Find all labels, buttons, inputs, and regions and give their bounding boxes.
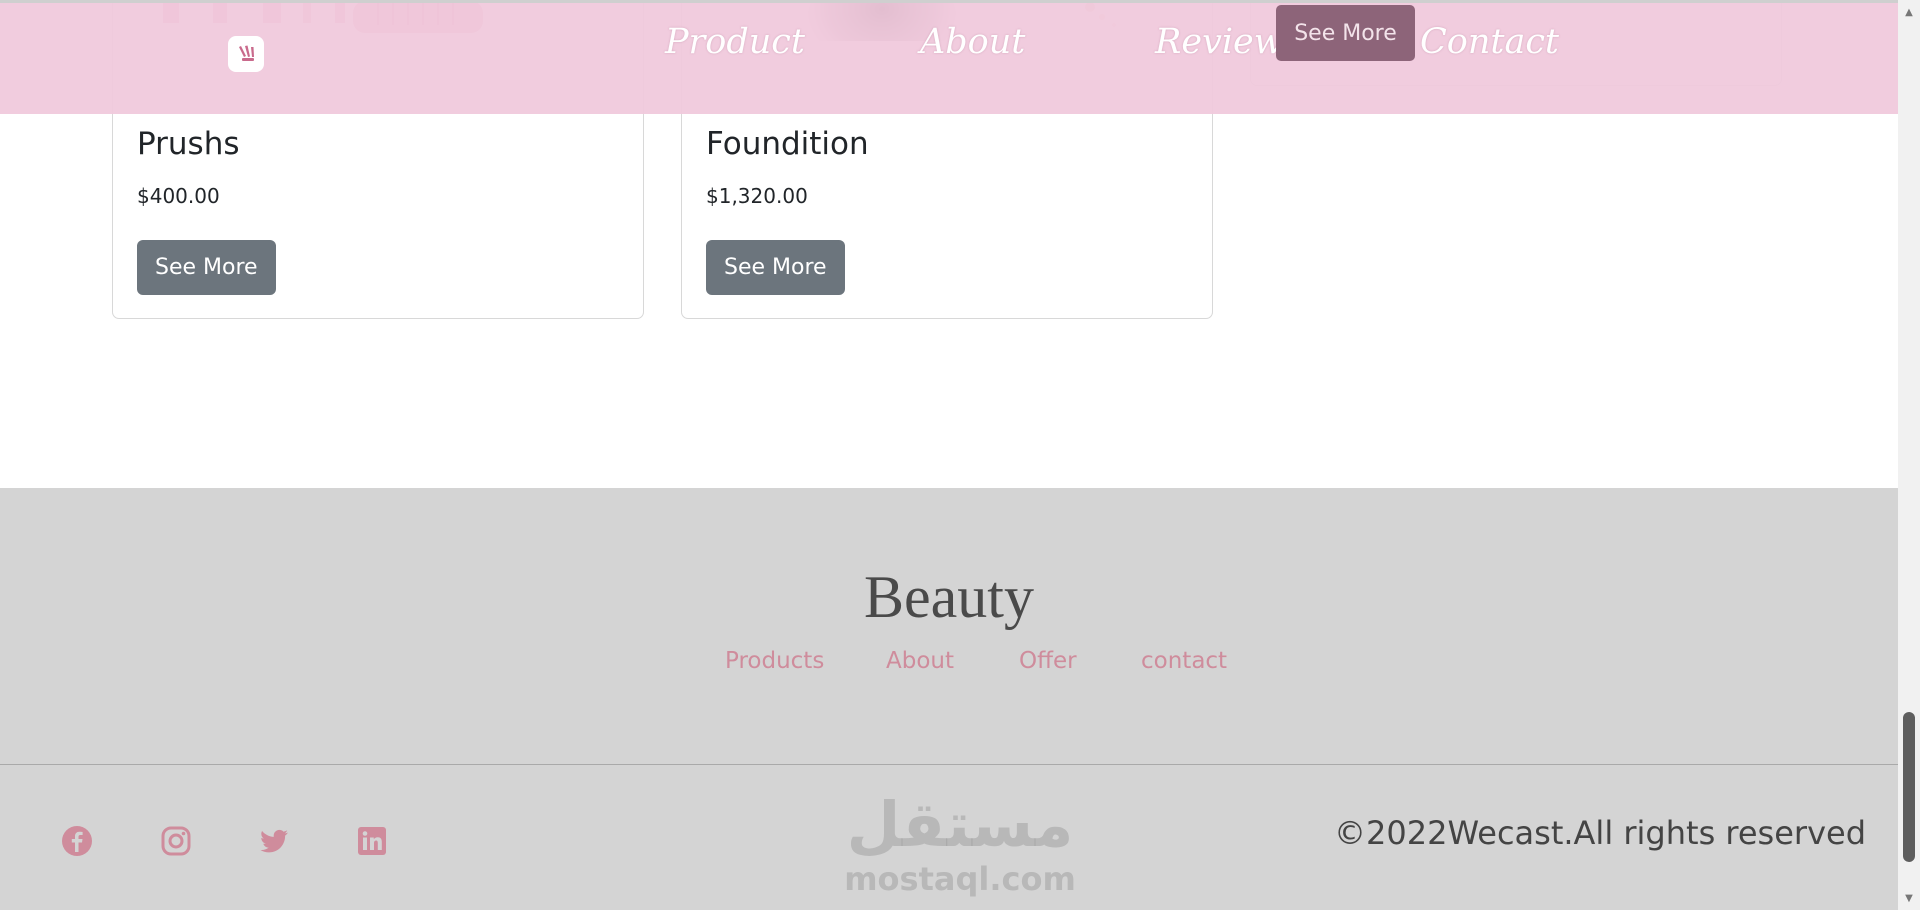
facebook-icon[interactable] (61, 825, 93, 857)
brush-logo-icon (239, 45, 254, 61)
footer: Beauty Products About Offer contact مستق… (0, 488, 1898, 910)
scroll-down-arrow-icon[interactable]: ▼ (1898, 888, 1920, 908)
footer-brand: Beauty (864, 564, 1034, 630)
twitter-icon[interactable] (258, 825, 290, 857)
footer-divider (0, 764, 1898, 765)
nav-link-contact[interactable]: Contact (1420, 22, 1559, 62)
footer-link-products[interactable]: Products (725, 648, 824, 674)
watermark: مستقل mostaql.com (840, 788, 1080, 899)
product-title: Foundition (706, 126, 869, 162)
nav-see-more-button[interactable]: See More (1276, 5, 1415, 61)
see-more-button[interactable]: See More (137, 240, 276, 295)
footer-link-contact[interactable]: contact (1141, 648, 1227, 674)
logo[interactable] (228, 36, 264, 72)
linkedin-icon[interactable] (356, 825, 388, 857)
navbar: Product About Reviews See More Contact (0, 0, 1898, 114)
copyright-text: ©2022Wecast.All rights reserved (1334, 814, 1866, 852)
product-title: Prushs (137, 126, 240, 162)
product-price: $400.00 (137, 184, 220, 208)
vertical-scrollbar[interactable]: ▲ ▼ (1898, 0, 1920, 910)
top-border (0, 0, 1898, 3)
watermark-latin: mostaql.com (844, 860, 1076, 898)
scroll-up-arrow-icon[interactable]: ▲ (1898, 2, 1920, 22)
watermark-arabic: مستقل (846, 788, 1074, 861)
scroll-thumb[interactable] (1903, 712, 1915, 862)
footer-link-about[interactable]: About (886, 648, 954, 674)
footer-link-offer[interactable]: Offer (1019, 648, 1077, 674)
instagram-icon[interactable] (160, 825, 192, 857)
footer-nav: Products About Offer contact (0, 648, 1898, 678)
nav-link-product[interactable]: Product (665, 22, 805, 62)
nav-link-about[interactable]: About (920, 22, 1025, 62)
see-more-button[interactable]: See More (706, 240, 845, 295)
product-price: $1,320.00 (706, 184, 808, 208)
